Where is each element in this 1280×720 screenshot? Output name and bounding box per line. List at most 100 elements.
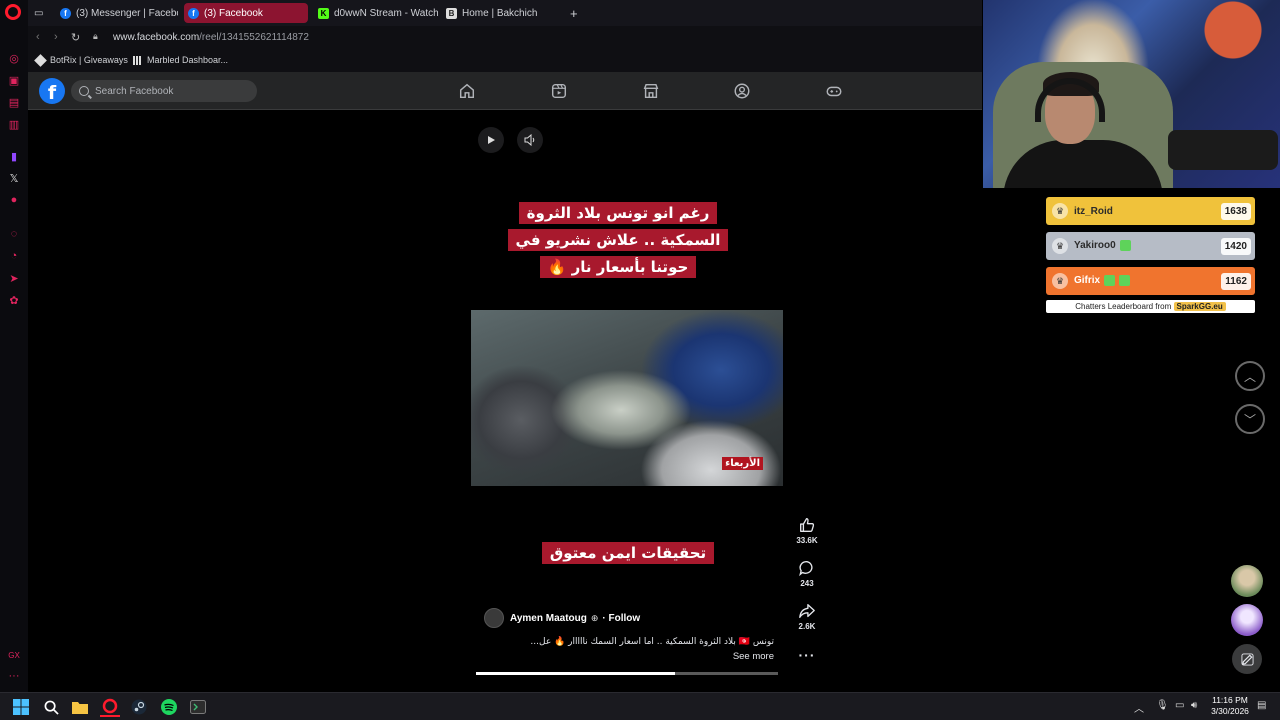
new-tab-button[interactable]: + [566, 3, 582, 23]
leaderboard-name: Yakiroo0 [1074, 240, 1116, 252]
tab-kick-stream[interactable]: K d0wwN Stream - Watch L [314, 3, 438, 23]
url-field[interactable]: www.facebook.com/reel/1341552621114872 [113, 32, 309, 43]
facebook-icon: f [60, 7, 71, 19]
facebook-logo[interactable]: f [39, 78, 65, 104]
tab-label: Home | Bakchich [462, 7, 538, 19]
speaker-icon [524, 134, 535, 146]
like-button[interactable]: 33.6K [794, 516, 820, 545]
tab-switcher-icon[interactable]: ▭ [30, 3, 50, 23]
see-more-link[interactable]: See more [484, 651, 774, 662]
back-icon[interactable]: ‹ [36, 31, 40, 43]
forward-icon[interactable]: › [54, 31, 58, 43]
send-icon[interactable]: ➤ [4, 268, 24, 288]
chevron-up-icon[interactable]: ︿ [1134, 700, 1144, 715]
history-icon[interactable]: ◌ [4, 224, 24, 244]
opera-gx-taskbar-icon[interactable] [100, 697, 120, 717]
opera-logo-icon[interactable] [5, 4, 21, 20]
footer-text: Chatters Leaderboard from [1075, 302, 1174, 311]
reel-caption-top: رغم انو تونس بلاد الثروة السمكية .. علاش… [498, 200, 738, 281]
contact-avatar[interactable] [1231, 565, 1263, 597]
home-icon[interactable] [458, 82, 476, 100]
reel-video[interactable]: الأربعاء [471, 310, 783, 486]
clock[interactable]: 11:16 PM 3/30/2026 [1208, 695, 1252, 717]
follow-button[interactable]: · Follow [602, 613, 640, 624]
x-icon[interactable]: 𝕏 [4, 168, 24, 188]
reel-viewer: رغم انو تونس بلاد الثروة السمكية .. علاش… [28, 111, 982, 692]
video-icon[interactable] [550, 82, 568, 100]
share-button[interactable]: 2.6K [794, 602, 820, 631]
spotify-icon[interactable] [159, 697, 179, 717]
marketplace-icon[interactable] [642, 82, 660, 100]
compose-icon [1240, 652, 1254, 666]
crown-icon: ♛ [1052, 238, 1068, 254]
bakchich-icon: B [446, 7, 457, 19]
bookmark-label: BotRix | Giveaways [50, 55, 128, 65]
marbled-icon [133, 55, 142, 65]
messenger-icon[interactable]: ▤ [4, 92, 24, 112]
reload-icon[interactable]: ↻ [71, 31, 80, 44]
windows-start-icon[interactable] [11, 697, 31, 717]
like-count: 33.6K [796, 536, 818, 545]
bookmark-marbled[interactable]: Marbled Dashboar... [133, 55, 228, 65]
mute-button[interactable] [517, 127, 543, 153]
more-options-icon[interactable]: ··· [794, 647, 820, 663]
webcam-overlay [983, 0, 1280, 188]
groups-icon[interactable] [733, 82, 751, 100]
kick-icon: K [318, 7, 329, 19]
url-host: www.facebook.com [113, 32, 200, 43]
comment-button[interactable]: 243 [794, 559, 820, 588]
notes-icon[interactable]: ▥ [4, 114, 24, 134]
botrix-icon [34, 53, 47, 67]
steam-icon[interactable] [129, 697, 149, 717]
contact-avatar[interactable] [1231, 604, 1263, 636]
tab-bakchich[interactable]: B Home | Bakchich [442, 3, 562, 23]
music-icon[interactable]: ● [4, 190, 24, 210]
tab-messenger[interactable]: f (3) Messenger | Facebook [56, 3, 178, 23]
globe-icon: ⊕ [590, 612, 599, 623]
clock-icon[interactable]: ◔ [4, 246, 24, 266]
facebook-search[interactable] [71, 80, 257, 102]
crown-icon: ♛ [1052, 273, 1068, 289]
gx-icon[interactable]: GX [4, 645, 24, 665]
tab-label: (3) Messenger | Facebook [76, 7, 178, 19]
leaderboard-row: ♛ itz_Roid 1638 [1046, 197, 1255, 225]
see-more-label: See more [732, 651, 774, 662]
terminal-icon[interactable] [188, 697, 208, 717]
leaderboard-score: 1162 [1221, 272, 1251, 290]
bag-icon[interactable]: ▣ [4, 70, 24, 90]
search-icon[interactable] [41, 697, 61, 717]
next-reel-button[interactable]: ﹀ [1235, 404, 1265, 434]
volume-icon[interactable]: 🔊︎ [1191, 700, 1197, 711]
address-bar: ‹ › ↻ 🔒︎ www.facebook.com/reel/134155262… [28, 26, 982, 50]
twitch-icon[interactable]: ▮ [4, 146, 24, 166]
comment-count: 243 [800, 579, 814, 588]
leaderboard-name-wrap: Gifrix [1074, 275, 1221, 287]
author-row: Aymen Maatoug ⊕ · Follow [484, 608, 640, 628]
badge-icon [1119, 275, 1131, 287]
clock-date: 3/30/2026 [1211, 706, 1249, 716]
tab-facebook[interactable]: f (3) Facebook [184, 3, 308, 23]
author-name[interactable]: Aymen Maatoug [510, 613, 587, 624]
bookmark-botrix[interactable]: BotRix | Giveaways [34, 53, 128, 67]
notification-icon[interactable]: ▤ [1257, 700, 1266, 711]
leaderboard-score: 1638 [1220, 202, 1251, 220]
video-progress-bar[interactable] [476, 672, 778, 675]
lock-icon: 🔒︎ [93, 31, 98, 41]
microphone-icon[interactable]: 🎙︎ [1156, 700, 1169, 711]
author-avatar[interactable] [484, 608, 504, 628]
more-icon[interactable]: ··· [4, 666, 24, 686]
play-button[interactable] [478, 127, 504, 153]
new-message-button[interactable] [1232, 644, 1262, 674]
chevron-up-icon: ︿ [1243, 369, 1256, 384]
settings-icon[interactable]: ✿ [4, 290, 24, 310]
file-explorer-icon[interactable] [70, 697, 90, 717]
gaming-icon[interactable] [825, 82, 843, 100]
search-input[interactable] [95, 85, 245, 97]
network-icon[interactable]: ▭ [1175, 700, 1184, 711]
previous-reel-button[interactable]: ︿ [1235, 361, 1265, 391]
aria-icon[interactable]: ◎ [4, 48, 24, 68]
leaderboard-row: ♛ Yakiroo0 1420 [1046, 232, 1255, 260]
share-count: 2.6K [798, 622, 816, 631]
leaderboard-name-wrap: Yakiroo0 [1074, 240, 1221, 252]
microphone-arm [1168, 130, 1278, 170]
